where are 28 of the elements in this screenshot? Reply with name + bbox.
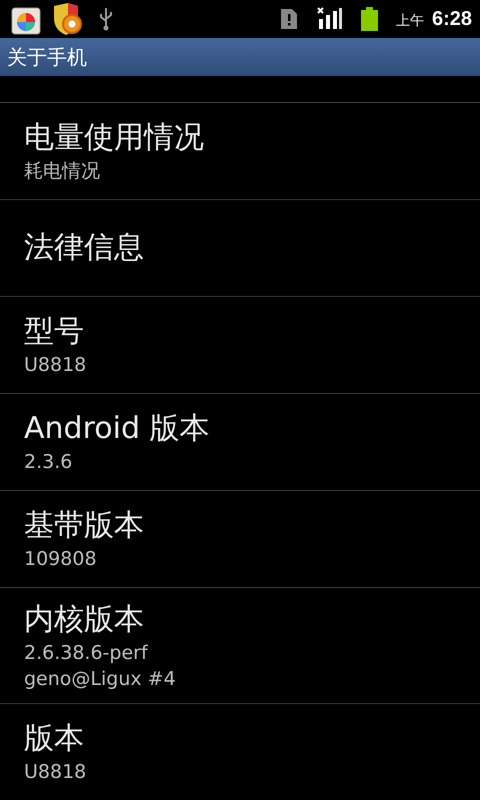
window-title: 关于手机 bbox=[7, 44, 87, 70]
list-item[interactable]: 型号 U8818 bbox=[0, 297, 480, 394]
signal-icon bbox=[316, 7, 343, 31]
item-summary: geno@Ligux #4 bbox=[24, 666, 177, 692]
usb-icon bbox=[98, 7, 114, 31]
list-item[interactable]: 内核版本 2.6.38.6-perf geno@Ligux #4 bbox=[0, 588, 480, 704]
battery-icon bbox=[360, 7, 378, 31]
item-summary: 2.6.38.6-perf bbox=[24, 640, 149, 666]
item-summary: U8818 bbox=[24, 760, 88, 785]
list-item[interactable]: Android 版本 2.3.6 bbox=[0, 394, 480, 491]
item-title: 内核版本 bbox=[24, 600, 145, 638]
clock-time: 6:28 bbox=[432, 8, 472, 30]
item-summary: 109808 bbox=[24, 547, 98, 572]
item-title: 版本 bbox=[24, 720, 85, 758]
item-summary: 2.3.6 bbox=[24, 450, 74, 475]
item-title: Android 版本 bbox=[24, 410, 211, 448]
item-summary: 耗电情况 bbox=[24, 159, 101, 184]
list-item[interactable]: 法律信息 bbox=[0, 200, 480, 297]
item-summary: U8818 bbox=[24, 353, 88, 378]
list-item[interactable]: 电量使用情况 耗电情况 bbox=[0, 103, 480, 200]
item-title: 型号 bbox=[24, 313, 85, 351]
sim-alert-icon bbox=[280, 9, 297, 29]
item-title: 法律信息 bbox=[24, 229, 145, 267]
item-title: 电量使用情况 bbox=[24, 119, 205, 157]
item-title: 基带版本 bbox=[24, 507, 145, 545]
am-pm-label: 上午 bbox=[396, 12, 424, 30]
list-item[interactable]: 基带版本 109808 bbox=[0, 491, 480, 588]
list-item[interactable]: 版本 U8818 bbox=[0, 704, 480, 800]
